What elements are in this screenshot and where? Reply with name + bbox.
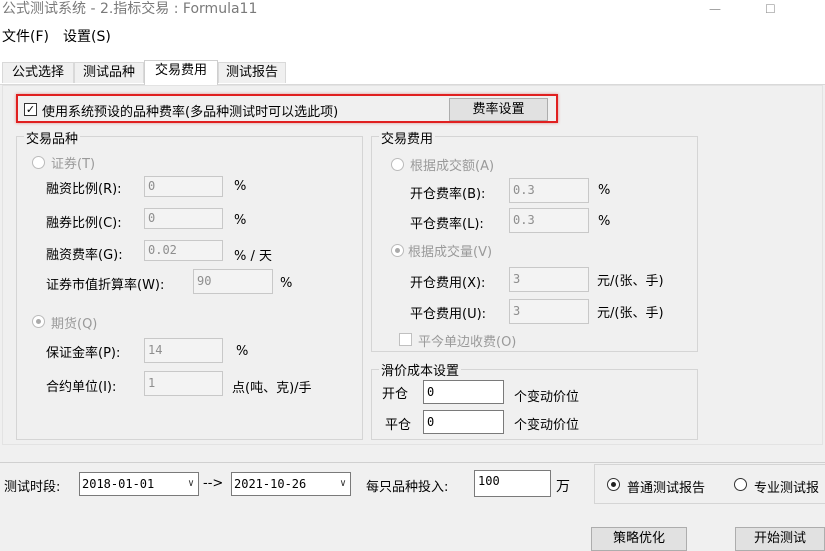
close-rate-unit: % <box>598 214 611 229</box>
menu-bar <box>0 22 825 46</box>
tab-test-instruments[interactable]: 测试品种 <box>74 62 144 83</box>
tab-test-report[interactable]: 测试报告 <box>218 62 286 83</box>
slippage-open-input[interactable]: 0 <box>423 380 504 404</box>
maximize-button[interactable]: ☐ <box>765 2 776 16</box>
short-ratio-unit: % <box>234 213 247 228</box>
fees-group-title: 交易费用 <box>379 128 436 147</box>
minimize-button[interactable]: — <box>709 2 721 16</box>
start-date-value: 2018-01-01 <box>82 477 155 491</box>
tab-formula-select[interactable]: 公式选择 <box>2 62 74 83</box>
deposit-rate-label: 保证金率(P): <box>46 346 121 361</box>
margin-rate-label: 融资费率(G): <box>46 248 123 263</box>
pro-report-label: 专业测试报 <box>754 481 820 496</box>
contract-unit-label: 合约单位(I): <box>46 380 117 395</box>
bottom-separator <box>0 462 825 463</box>
slippage-close-label: 平仓 <box>385 418 412 433</box>
menu-settings[interactable]: 设置(S) <box>63 26 111 46</box>
slippage-close-unit: 个变动价位 <box>514 418 580 433</box>
deposit-rate-unit: % <box>236 344 249 359</box>
close-today-checkbox[interactable] <box>399 333 412 346</box>
open-rate-input[interactable]: 0.3 <box>509 178 589 203</box>
end-date-select[interactable]: 2021-10-26 ∨ <box>231 472 351 496</box>
close-fee-unit: 元/(张、手) <box>597 306 664 321</box>
margin-rate-input[interactable]: 0.02 <box>144 240 223 261</box>
period-label: 测试时段: <box>4 480 61 495</box>
start-test-button[interactable]: 开始测试 <box>735 527 825 551</box>
close-fee-input[interactable]: 3 <box>509 299 589 324</box>
menu-file[interactable]: 文件(F) <box>2 26 49 46</box>
preset-rate-checkbox[interactable]: ✓ <box>24 103 37 116</box>
rate-settings-button[interactable]: 费率设置 <box>449 98 548 121</box>
window-title: 公式测试系统 - 2.指标交易 : Formula11 <box>2 1 258 17</box>
strategy-optimize-button[interactable]: 策略优化 <box>591 527 687 551</box>
contract-unit-input[interactable]: 1 <box>144 371 223 396</box>
pro-report-radio[interactable] <box>734 478 747 491</box>
chevron-down-icon: ∨ <box>187 478 194 489</box>
investment-input[interactable]: 100 <box>474 470 551 497</box>
close-fee-label: 平仓费用(U): <box>410 307 487 322</box>
slippage-open-unit: 个变动价位 <box>514 390 580 405</box>
start-date-select[interactable]: 2018-01-01 ∨ <box>79 472 199 496</box>
preset-rate-label: 使用系统预设的品种费率(多品种测试时可以选此项) <box>42 105 339 120</box>
close-rate-label: 平仓费率(L): <box>410 217 484 232</box>
futures-label: 期货(Q) <box>51 317 98 332</box>
open-fee-input[interactable]: 3 <box>509 267 589 292</box>
slippage-close-input[interactable]: 0 <box>423 410 504 434</box>
open-fee-unit: 元/(张、手) <box>597 274 664 289</box>
normal-report-radio[interactable] <box>607 478 620 491</box>
period-arrow: --> <box>203 476 224 491</box>
by-amount-radio[interactable] <box>391 158 404 171</box>
short-ratio-label: 融券比例(C): <box>46 216 122 231</box>
slippage-group-title: 滑价成本设置 <box>379 360 462 379</box>
futures-radio[interactable] <box>32 315 45 328</box>
market-value-discount-input[interactable]: 90 <box>193 269 273 294</box>
slippage-open-label: 开仓 <box>382 387 409 402</box>
tab-trading-fees[interactable]: 交易费用 <box>144 60 218 85</box>
margin-ratio-label: 融资比例(R): <box>46 182 122 197</box>
close-today-label: 平今单边收费(O) <box>418 335 517 350</box>
normal-report-label: 普通测试报告 <box>627 481 706 496</box>
open-rate-unit: % <box>598 183 611 198</box>
stock-label: 证券(T) <box>51 157 96 172</box>
market-value-discount-unit: % <box>280 276 293 291</box>
by-volume-radio[interactable] <box>391 244 404 257</box>
investment-label: 每只品种投入: <box>366 480 449 495</box>
stock-radio[interactable] <box>32 156 45 169</box>
short-ratio-input[interactable]: 0 <box>144 208 223 229</box>
margin-ratio-input[interactable]: 0 <box>144 176 223 197</box>
end-date-value: 2021-10-26 <box>234 477 307 491</box>
contract-unit-unit: 点(吨、克)/手 <box>232 381 312 396</box>
deposit-rate-input[interactable]: 14 <box>144 338 223 363</box>
margin-ratio-unit: % <box>234 179 247 194</box>
instrument-group-title: 交易品种 <box>24 128 81 147</box>
by-volume-label: 根据成交量(V) <box>408 245 493 260</box>
close-rate-input[interactable]: 0.3 <box>509 208 589 233</box>
market-value-discount-label: 证券市值折算率(W): <box>46 278 165 293</box>
chevron-down-icon: ∨ <box>339 478 346 489</box>
investment-unit: 万 <box>556 479 570 495</box>
by-amount-label: 根据成交额(A) <box>410 159 495 174</box>
margin-rate-unit: % / 天 <box>234 249 272 264</box>
open-rate-label: 开仓费率(B): <box>410 187 486 202</box>
open-fee-label: 开仓费用(X): <box>410 276 486 291</box>
